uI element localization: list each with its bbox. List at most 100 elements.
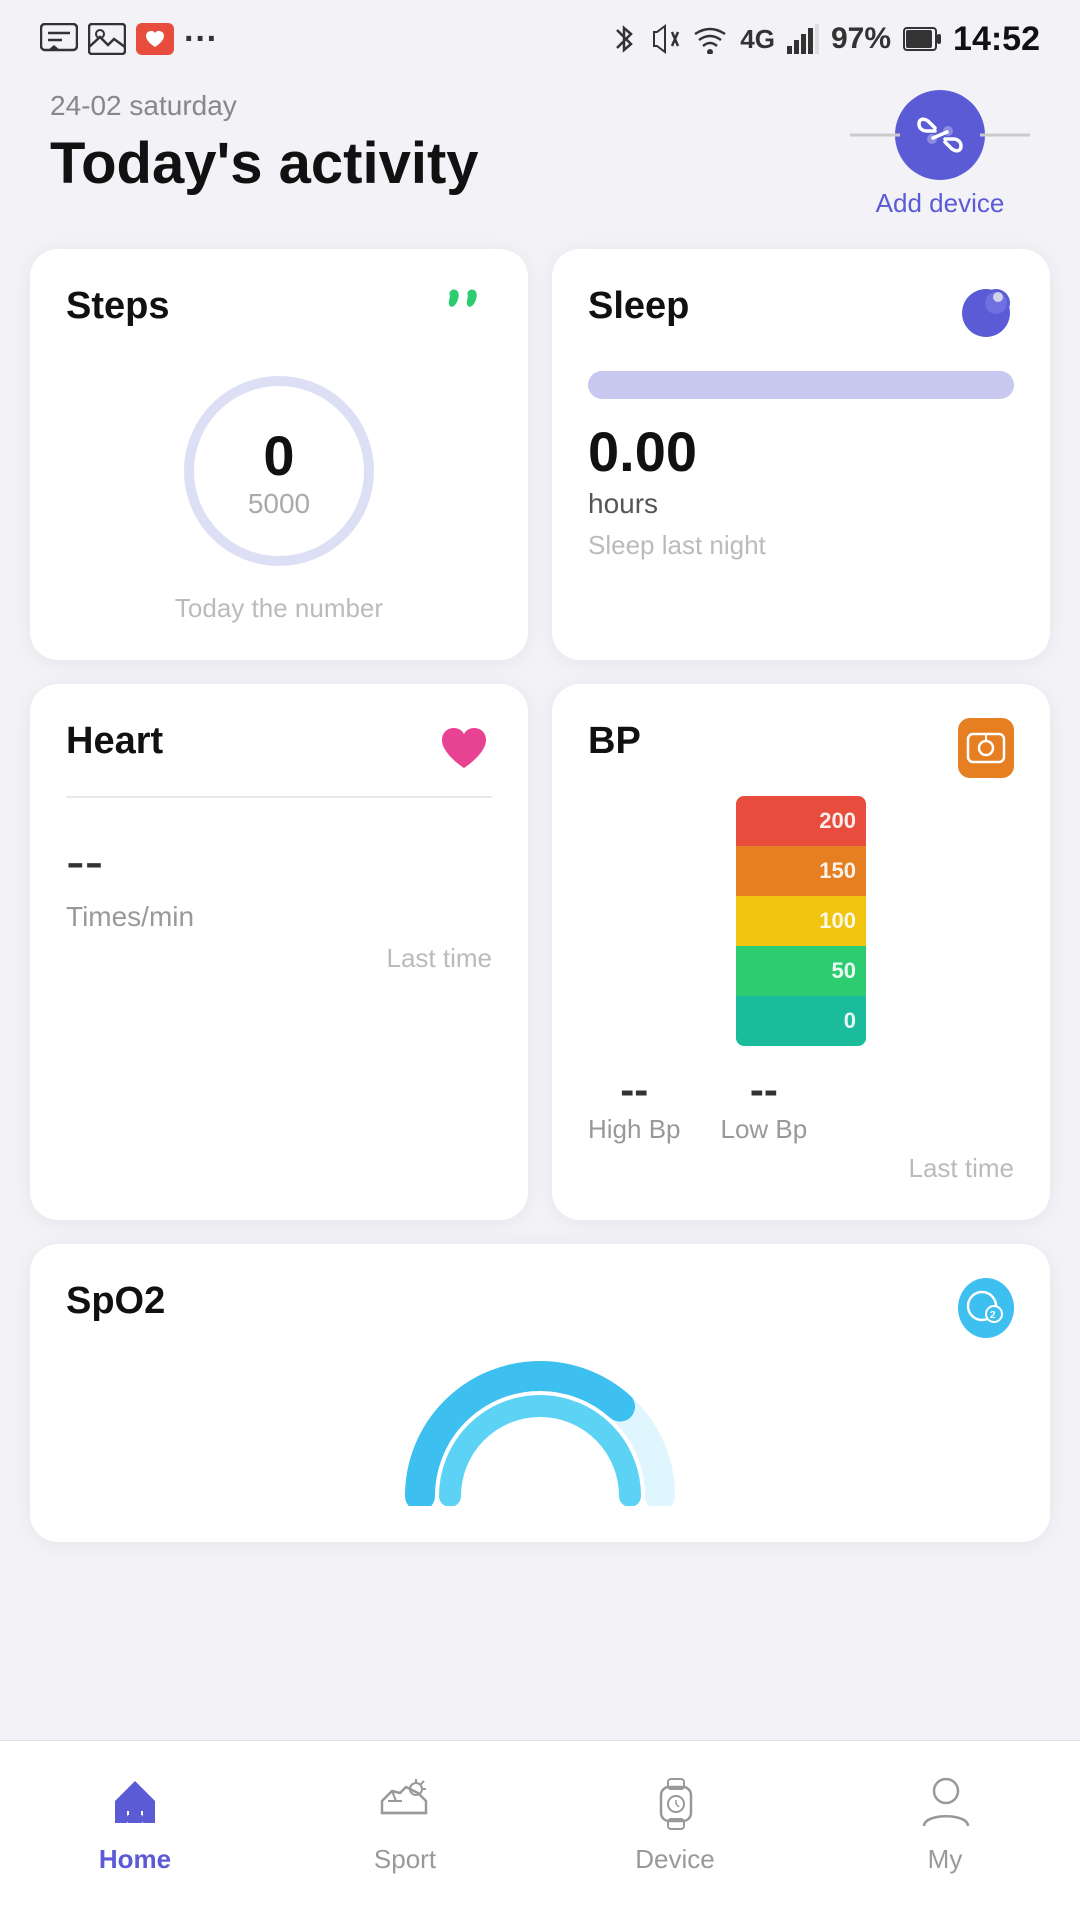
steps-center: 0 5000 xyxy=(248,423,310,520)
steps-value: 0 xyxy=(248,423,310,488)
heart-unit: Times/min xyxy=(66,901,492,933)
nav-my-label: My xyxy=(928,1844,963,1875)
spo2-badge: 2 xyxy=(958,1278,1014,1338)
nav-device[interactable]: Device xyxy=(595,1766,755,1875)
bp-device-svg xyxy=(964,728,1008,768)
bp-subtitle: Last time xyxy=(588,1153,1014,1184)
sport-icon xyxy=(370,1766,440,1836)
network-label: 4G xyxy=(740,24,775,55)
add-device-icon xyxy=(895,90,985,180)
home-icon xyxy=(100,1766,170,1836)
signal-icon xyxy=(787,24,819,54)
sleep-card-header: Sleep xyxy=(588,285,1014,341)
bp-values-row: -- High Bp -- Low Bp xyxy=(588,1066,1014,1145)
steps-ring-container: 0 5000 xyxy=(66,361,492,581)
nav-device-label: Device xyxy=(635,1844,714,1875)
heart-icon xyxy=(436,720,492,776)
wifi-icon xyxy=(692,24,728,54)
nav-home[interactable]: Home xyxy=(55,1766,215,1875)
sleep-bar-container xyxy=(588,371,1014,399)
my-icon xyxy=(910,1766,980,1836)
heart-card[interactable]: Heart -- Times/min Last time xyxy=(30,684,528,1220)
heart-card-header: Heart xyxy=(66,720,492,776)
nav-home-label: Home xyxy=(99,1844,171,1875)
steps-card[interactable]: Steps 0 5000 Today the number xyxy=(30,249,528,660)
header-title: Today's activity xyxy=(50,132,479,196)
bp-high-value: -- xyxy=(620,1066,648,1114)
app-icon xyxy=(136,23,174,55)
bp-card[interactable]: BP 200 150 100 xyxy=(552,684,1050,1220)
right-line xyxy=(980,134,1030,137)
top-cards-grid: Steps 0 5000 Today the number xyxy=(30,249,1050,660)
bp-seg-100: 100 xyxy=(736,896,866,946)
steps-subtitle: Today the number xyxy=(66,593,492,624)
left-line xyxy=(850,134,900,137)
sleep-value: 0.00 xyxy=(588,419,1014,484)
bp-low-value: -- xyxy=(750,1066,778,1114)
spo2-svg: 2 xyxy=(964,1288,1008,1328)
spo2-card-header: SpO2 2 xyxy=(66,1280,1014,1336)
bp-device-icon xyxy=(958,718,1014,778)
bp-low-label: Low Bp xyxy=(721,1114,808,1145)
device-icon xyxy=(640,1766,710,1836)
device-svg xyxy=(648,1771,703,1831)
nav-my[interactable]: My xyxy=(865,1766,1025,1875)
heart-subtitle: Last time xyxy=(66,943,492,974)
bottom-nav: Home Sport xyxy=(0,1740,1080,1920)
heart-svg xyxy=(438,724,490,772)
main-content: Steps 0 5000 Today the number xyxy=(0,249,1080,1742)
battery-icon xyxy=(903,26,941,52)
heart-title: Heart xyxy=(66,720,163,763)
spo2-title: SpO2 xyxy=(66,1280,165,1323)
add-device-label: Add device xyxy=(876,188,1005,219)
image-icon xyxy=(88,23,126,55)
steps-icon xyxy=(436,285,492,341)
time-display: 14:52 xyxy=(953,20,1040,59)
chat-icon xyxy=(40,23,78,55)
bp-low-group: -- Low Bp xyxy=(721,1066,808,1145)
header-date: 24-02 saturday xyxy=(50,90,479,122)
middle-cards-grid: Heart -- Times/min Last time BP xyxy=(30,684,1050,1220)
bp-seg-150: 150 xyxy=(736,846,866,896)
link-icon xyxy=(915,114,965,156)
sleep-title: Sleep xyxy=(588,285,689,328)
spo2-gauge xyxy=(66,1356,1014,1506)
bluetooth-icon xyxy=(610,22,638,56)
bp-icon xyxy=(958,720,1014,776)
sport-svg xyxy=(374,1771,436,1831)
sleep-card[interactable]: Sleep 0.00 hours Sleep last night xyxy=(552,249,1050,660)
bp-seg-0: 0 xyxy=(736,996,866,1046)
bp-bar: 200 150 100 50 0 xyxy=(736,796,866,1046)
bp-card-header: BP xyxy=(588,720,1014,776)
heart-divider xyxy=(66,796,492,798)
status-bar: ··· 4G 97% xyxy=(0,0,1080,70)
home-svg xyxy=(105,1771,165,1831)
nav-sport[interactable]: Sport xyxy=(325,1766,485,1875)
bp-high-label: High Bp xyxy=(588,1114,681,1145)
more-icon: ··· xyxy=(184,20,218,59)
bp-seg-50: 50 xyxy=(736,946,866,996)
steps-goal: 5000 xyxy=(248,488,310,520)
svg-text:2: 2 xyxy=(990,1310,996,1321)
moon-svg xyxy=(960,287,1012,339)
spo2-card[interactable]: SpO2 2 xyxy=(30,1244,1050,1542)
bp-high-group: -- High Bp xyxy=(588,1066,681,1145)
heart-value: -- xyxy=(66,828,492,893)
battery-percent: 97% xyxy=(831,22,891,56)
spo2-gauge-svg xyxy=(400,1356,680,1506)
sleep-unit: hours xyxy=(588,488,1014,520)
mute-icon xyxy=(650,22,680,56)
steps-title: Steps xyxy=(66,285,169,328)
sleep-bar xyxy=(588,371,1014,399)
add-device-button[interactable]: Add device xyxy=(850,90,1030,219)
steps-card-header: Steps xyxy=(66,285,492,341)
status-right: 4G 97% 14:52 xyxy=(610,20,1040,59)
bp-chart-container: 200 150 100 50 0 xyxy=(588,796,1014,1046)
bp-title: BP xyxy=(588,720,641,763)
sleep-subtitle: Sleep last night xyxy=(588,530,1014,561)
nav-sport-label: Sport xyxy=(374,1844,436,1875)
header-left: 24-02 saturday Today's activity xyxy=(50,90,479,196)
my-svg xyxy=(918,1771,973,1831)
sleep-icon xyxy=(958,285,1014,341)
status-icons: ··· xyxy=(40,20,218,59)
